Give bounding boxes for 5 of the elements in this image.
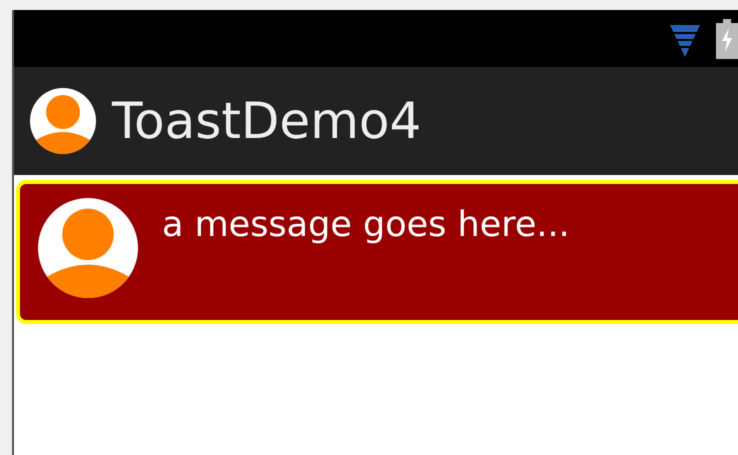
- app-title: ToastDemo4: [112, 96, 422, 146]
- battery-icon: [716, 18, 738, 58]
- toast-message: a message goes here...: [162, 206, 570, 244]
- avatar-icon: [38, 198, 138, 298]
- avatar-icon: [30, 88, 96, 154]
